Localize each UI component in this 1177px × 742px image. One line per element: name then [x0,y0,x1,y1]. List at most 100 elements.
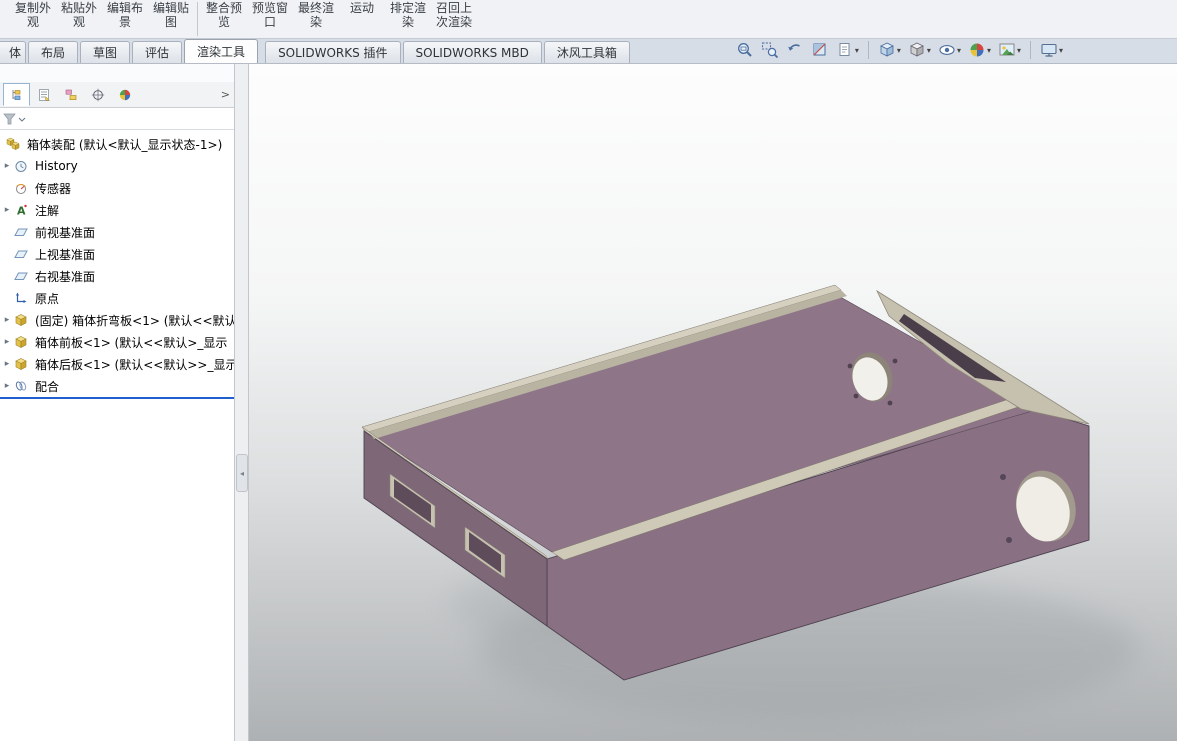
configurationmanager-tab[interactable] [57,83,84,106]
zoom-to-fit-icon[interactable] [734,40,756,60]
tab-render-tools[interactable]: 渲染工具 [184,39,259,63]
ribbon-button-edit-decal[interactable]: 编辑贴图 [148,0,194,38]
tree-item-label: 原点 [35,291,60,306]
model-bolt-hole[interactable] [892,358,898,364]
tree-item-label: 注解 [35,203,60,218]
chevron-down-icon: ▾ [896,45,901,55]
propertymanager-tab[interactable] [30,83,57,106]
tree-filter-bar[interactable] [0,108,234,130]
tab-solidworks-mbd[interactable]: SOLIDWORKS MBD [402,41,542,63]
part-icon [14,335,32,349]
expand-arrow-icon[interactable]: ▸ [0,315,14,325]
tree-item-label: History [35,159,78,173]
previous-view-icon[interactable] [784,40,806,60]
tree-item-part-back-plate[interactable]: ▸ 箱体后板<1> (默认<<默认>>_显示 [0,353,234,375]
view-orientation-icon[interactable]: ▾ [876,40,903,60]
tree-item-history[interactable]: ▸ History [0,155,234,177]
displaymanager-icon [119,89,130,100]
chevron-down-icon: ▾ [854,45,859,55]
origin-icon [14,291,32,305]
zoom-to-area-icon[interactable] [759,40,781,60]
panel-tabs-overflow-button[interactable]: > [221,88,230,101]
ribbon-button-preview-window[interactable]: 预览窗口 [247,0,293,38]
feature-tree: 箱体装配 (默认<默认_显示状态-1>) ▸ History 传感器 ▸ A 注… [0,130,234,741]
commandmanager-tab-bar: 体 布局 草图 评估 渲染工具 SOLIDWORKS 插件 SOLIDWORKS… [0,39,1177,64]
ribbon-button-copy-appearance[interactable]: 复制外观 [10,0,56,38]
tab-label: 布局 [41,46,66,60]
dimxpertmanager-tab[interactable] [84,83,111,106]
ribbon-button-label: 粘贴外观 [60,1,97,29]
ribbon-button-label: 运动 [349,1,374,15]
ribbon-button-integrated-preview[interactable]: 整合预览 [201,0,247,38]
tree-item-annotations[interactable]: ▸ A 注解 [0,199,234,221]
ribbon-button-label: 最终渲染 [297,1,334,29]
tree-item-part-front-plate[interactable]: ▸ 箱体前板<1> (默认<<默认>_显示 [0,331,234,353]
ribbon-toolbar: 复制外观 粘贴外观 编辑布景 编辑贴图 整合预览 预览窗口 最终渲染 运动 排定… [0,0,1177,39]
tree-item-origin[interactable]: 原点 [0,287,234,309]
expand-arrow-icon[interactable]: ▸ [0,161,14,171]
tab-layout[interactable]: 布局 [28,41,79,63]
model-bolt-hole[interactable] [853,393,859,399]
hide-show-items-icon[interactable]: ▾ [936,40,963,60]
chevron-down-icon: ▾ [986,45,991,55]
panel-collapse-handle[interactable]: ◂ [236,454,248,492]
tree-item-sensors[interactable]: 传感器 [0,177,234,199]
graphics-viewport[interactable] [249,64,1177,741]
expand-arrow-icon[interactable]: ▸ [0,359,14,369]
plane-icon [14,247,32,261]
ribbon-button-label: 编辑布景 [106,1,143,29]
ribbon-button-label: 整合预览 [205,1,242,29]
tab-label: 沐风工具箱 [556,46,617,60]
featuremanager-tree-icon [12,89,20,100]
tree-root-item[interactable]: 箱体装配 (默认<默认_显示状态-1>) [0,133,234,155]
model-3d[interactable] [249,64,1176,741]
ribbon-button-edit-scene[interactable]: 编辑布景 [102,0,148,38]
ribbon-button-motion[interactable]: 运动 [339,0,385,38]
chevron-down-icon: ▾ [1016,45,1021,55]
tree-item-label: (固定) 箱体折弯板<1> (默认<<默认 [35,313,234,328]
ribbon-button-final-render[interactable]: 最终渲染 [293,0,339,38]
tab-label: 评估 [145,46,170,60]
ribbon-button-recall-last-render[interactable]: 召回上次渲染 [431,0,477,38]
tree-item-right-plane[interactable]: 右视基准面 [0,265,234,287]
section-view-icon[interactable] [809,40,831,60]
ribbon-button-label: 复制外观 [14,1,51,29]
edit-appearance-icon[interactable]: ▾ [966,40,993,60]
tree-item-top-plane[interactable]: 上视基准面 [0,243,234,265]
plane-icon [14,269,32,283]
displaymanager-tab[interactable] [111,83,138,106]
ribbon-separator [197,2,198,36]
tab-solidworks-addins[interactable]: SOLIDWORKS 插件 [265,41,401,63]
tree-item-part-fold-plate[interactable]: ▸ (固定) 箱体折弯板<1> (默认<<默认 [0,309,234,331]
ribbon-button-label: 编辑贴图 [152,1,189,29]
tab-assembly[interactable]: 体 [0,41,26,63]
panel-top-spacer [0,64,234,82]
apply-scene-icon[interactable]: ▾ [996,40,1023,60]
model-bolt-hole[interactable] [847,363,853,369]
tree-item-label: 前视基准面 [35,225,96,240]
tab-label: 渲染工具 [197,45,246,59]
expand-arrow-icon[interactable]: ▸ [0,205,14,215]
tab-label: 草图 [93,46,118,60]
ribbon-button-schedule-render[interactable]: 排定渲染 [385,0,431,38]
tab-sketch[interactable]: 草图 [80,41,131,63]
model-bolt-hole[interactable] [1000,474,1006,480]
tab-evaluate[interactable]: 评估 [132,41,183,63]
tab-mufeng-toolbox[interactable]: 沐风工具箱 [543,41,630,63]
selection-indicator-line [0,397,234,399]
featuremanager-tree-tab[interactable] [3,83,30,106]
tree-item-front-plane[interactable]: 前视基准面 [0,221,234,243]
ribbon-button-paste-appearance[interactable]: 粘贴外观 [56,0,102,38]
tree-item-label: 上视基准面 [35,247,96,262]
tree-item-mates[interactable]: ▸ 配合 [0,375,234,397]
tree-item-label: 传感器 [35,181,72,196]
model-bolt-hole[interactable] [1006,537,1012,543]
expand-arrow-icon[interactable]: ▸ [0,381,14,391]
model-bolt-hole[interactable] [887,400,893,406]
annotation-views-icon[interactable]: ▾ [834,40,861,60]
part-icon [14,313,32,327]
expand-arrow-icon[interactable]: ▸ [0,337,14,347]
panel-splitter[interactable]: ◂ [235,64,249,741]
view-settings-icon[interactable]: ▾ [1038,40,1065,60]
display-style-icon[interactable]: ▾ [906,40,933,60]
